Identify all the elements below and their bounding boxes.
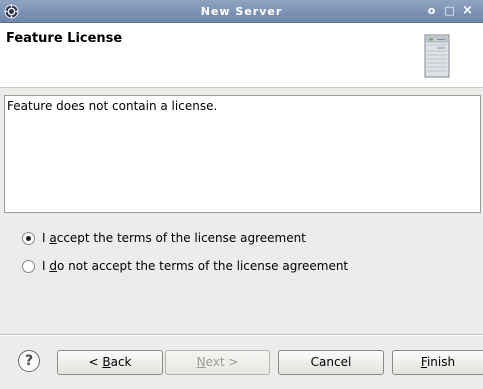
license-text: Feature does not contain a license. <box>7 99 218 113</box>
finish-button[interactable]: Finish <box>392 350 483 375</box>
maximize-icon[interactable]: □ <box>444 5 456 17</box>
close-icon[interactable]: × <box>462 4 474 17</box>
new-server-dialog: New Server o □ × Feature License Feature… <box>0 0 483 389</box>
back-button[interactable]: < Back <box>57 350 163 375</box>
radio-selected-icon[interactable] <box>22 231 35 245</box>
title-bar[interactable]: New Server o □ × <box>0 0 483 23</box>
next-button[interactable]: Next > <box>165 350 270 375</box>
radio-unselected-icon[interactable] <box>22 259 35 273</box>
decline-label: I do not accept the terms of the license… <box>42 259 349 273</box>
server-icon <box>424 34 450 78</box>
cancel-button[interactable]: Cancel <box>278 350 384 375</box>
help-icon[interactable]: ? <box>18 350 40 372</box>
license-text-area[interactable]: Feature does not contain a license. <box>4 95 481 213</box>
window-title: New Server <box>200 5 283 18</box>
page-title: Feature License <box>6 31 123 46</box>
minimize-icon[interactable]: o <box>426 5 438 17</box>
accept-license-radio[interactable]: I accept the terms of the license agreem… <box>22 230 306 246</box>
button-bar-divider <box>0 334 483 336</box>
wizard-banner: Feature License <box>0 23 483 88</box>
accept-label: I accept the terms of the license agreem… <box>42 231 306 245</box>
decline-license-radio[interactable]: I do not accept the terms of the license… <box>22 258 348 274</box>
